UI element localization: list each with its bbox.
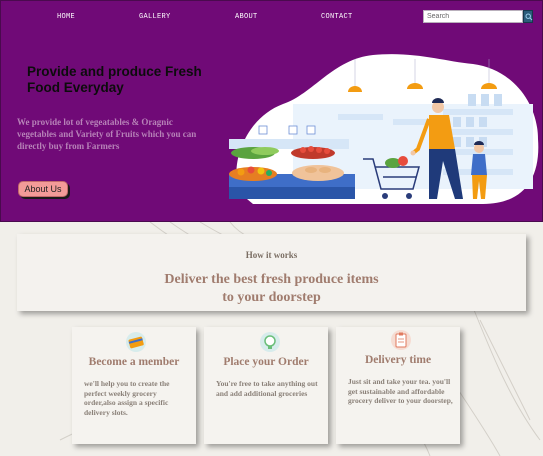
nav-home[interactable]: HOME [57, 13, 75, 21]
about-us-button[interactable]: About Us [18, 181, 68, 197]
feature-card-delivery-time: Delivery time Just sit and take your tea… [336, 327, 460, 444]
search-icon [525, 13, 533, 21]
search-button[interactable] [523, 10, 533, 23]
card-icon [126, 332, 146, 352]
feature-text: Just sit and take your tea. you'll get s… [348, 377, 453, 405]
nav-contact[interactable]: CONTACT [321, 13, 353, 21]
feature-card-become-member: Become a member we'll help you to create… [72, 327, 196, 444]
heading-line-2: to your doorstep [222, 290, 321, 305]
grocery-store-illustration [229, 54, 539, 204]
hero-description: We provide lot of vegeatables & Oragnic … [17, 117, 197, 151]
how-it-works-heading: Deliver the best fresh produce items to … [17, 271, 526, 307]
feature-text: we'll help you to create the perfect wee… [84, 379, 170, 417]
feature-title: Become a member [88, 356, 180, 368]
feature-text: You're free to take anything out and add… [216, 379, 318, 398]
how-it-works-label: How it works [245, 250, 298, 260]
how-it-works-card: How it works Deliver the best fresh prod… [17, 234, 526, 311]
feature-title: Place your Order [223, 356, 309, 368]
nav-gallery[interactable]: GALLERY [139, 13, 171, 21]
hero-title: Provide and produce Fresh Food Everyday [27, 64, 202, 95]
feature-card-place-order: Place your Order You're free to take any… [204, 327, 328, 444]
hero-section: HOME GALLERY ABOUT CONTACT Provide and p… [0, 0, 543, 222]
heading-line-1: Deliver the best fresh produce items [164, 272, 379, 287]
lightbulb-icon [260, 332, 280, 352]
clipboard-icon [391, 330, 411, 350]
search-input[interactable] [423, 10, 523, 23]
feature-title: Delivery time [364, 354, 432, 366]
nav-about[interactable]: ABOUT [235, 13, 258, 21]
